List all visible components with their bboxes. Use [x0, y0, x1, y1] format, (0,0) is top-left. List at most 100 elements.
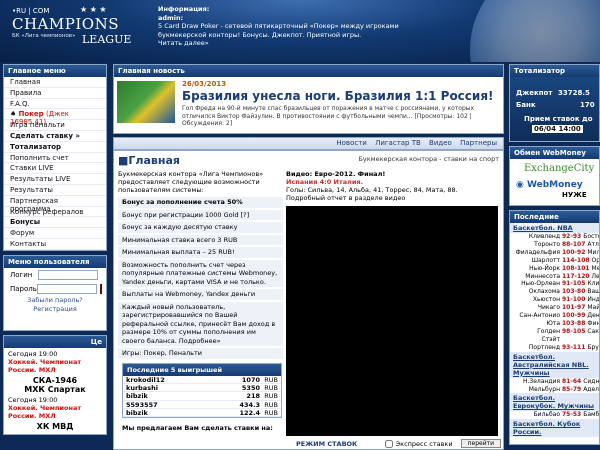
live-item[interactable]: Сегодня 19:00 Хоккей. Чемпионат России. … — [4, 394, 106, 422]
feature-item: Бонус за пополнение счета 50% — [118, 197, 283, 209]
result-row: Юта103-88Финикс — [510, 320, 599, 328]
table-row: bibzik 122.4 RUB — [123, 409, 281, 417]
login-row: Логин — [4, 268, 106, 282]
go-button[interactable]: перейти — [460, 439, 501, 448]
stars-icon: ★ ★ ★ — [80, 5, 107, 14]
results-section-title[interactable]: Баскетбол. Еврокубок. Мужчины — [510, 393, 599, 412]
result-row: Голден98-105Сакраменто — [510, 328, 599, 336]
totalizator-box[interactable]: Тотализатор Джекпот 33728.5 Банк 170 При… — [509, 64, 600, 142]
feature-item: Минимальная выплата – 25 RUB! — [118, 247, 283, 259]
login-input[interactable] — [38, 269, 98, 280]
score: 81-64 — [562, 377, 582, 385]
feature-item: Бонус при регистрации 1000 Gold [?] — [118, 209, 283, 221]
poker-icon: ♠ — [10, 110, 17, 119]
info-user: admin: — [158, 13, 184, 22]
menu-item-forum[interactable]: Форум — [4, 228, 106, 239]
forgot-password-link[interactable]: Забыли пароль? — [4, 296, 106, 305]
score: 85-79 — [562, 385, 582, 393]
feature-item[interactable]: Игры: Покер, Пенальти — [118, 348, 283, 360]
user-menu: Меню пользователя Логин Пароль Забыли па… — [3, 254, 107, 331]
login-label: Логин — [10, 270, 33, 279]
home-team: Миннесота — [525, 272, 560, 280]
jackpot-label: Джекпот — [516, 89, 553, 97]
menu-item-totalizator[interactable]: Тотализатор — [4, 142, 106, 153]
score: 98-105 — [562, 327, 586, 335]
top-news: Главная новость 26/03/2013 Бразилия унес… — [113, 64, 504, 134]
express-label: Экспресс ставки — [395, 439, 453, 448]
poker-label: Покер — [18, 110, 44, 119]
top-news-title: Главная новость — [114, 65, 503, 77]
nav-partners[interactable]: Партнеры — [460, 139, 497, 147]
score: 108-101 — [562, 264, 590, 272]
live-match[interactable]: СКА-1946 МХК Спартак — [4, 376, 106, 394]
table-row: kurbashi 5350 RUB — [123, 384, 281, 393]
user-menu-title: Меню пользователя — [4, 255, 106, 268]
menu-item-home[interactable]: Главная — [4, 77, 106, 88]
away-team: Лейкерс — [591, 272, 600, 280]
table-row: 5593557 434.3 RUB — [123, 401, 281, 409]
home-team: Нью-Орлеан — [521, 280, 560, 288]
menu-item-contacts[interactable]: Контакты — [4, 239, 106, 250]
live-league: Хоккей. Чемпионат России. МХЛ — [8, 357, 82, 374]
totalizator-title: Тотализатор — [510, 65, 599, 77]
away-team: Бостон — [583, 233, 599, 240]
score: 117-120 — [562, 272, 590, 280]
suggest-text: Мы предлагаем Вам сделать ставки на: — [122, 424, 273, 432]
menu-item-rules[interactable]: Правила — [4, 88, 106, 99]
score: 92-93 — [562, 233, 582, 240]
live-league: Хоккей. Чемпионат России. МХЛ — [8, 403, 82, 420]
score: 101-97 — [562, 304, 586, 312]
info-more-link[interactable]: Читать далее» — [158, 39, 448, 48]
away-team: Орлеан — [591, 256, 600, 264]
feature-item: Возможность пополнить счет через популяр… — [118, 259, 283, 288]
nav-video[interactable]: Видео — [429, 139, 452, 147]
home-team: Чикаго — [537, 304, 560, 312]
results-title: Последние результаты — [510, 211, 599, 229]
home-team: Бильбао — [533, 411, 560, 419]
page-title: ■Главная — [118, 154, 180, 167]
menu-item-penalty[interactable]: Игра пенальти — [4, 120, 106, 131]
logo-text-top: CHAMPIONS — [12, 15, 119, 33]
bank-value: 170 — [580, 101, 595, 109]
result-row: Мельбурн85-79Аделаида — [510, 386, 599, 394]
home-team: Оклахома — [528, 288, 560, 296]
results-section-title[interactable]: Баскетбол. Австралийская NBL. Мужчины — [510, 351, 599, 378]
results-section-title[interactable]: Баскетбол. NBA — [510, 223, 599, 233]
menu-item-poker[interactable]: ♠ Покер (Джек 16985.41) — [4, 109, 106, 126]
result-row: Оклахома103-80Вашингтон — [510, 288, 599, 296]
news-headline[interactable]: Бразилия унесла ноги. Бразилия 1:1 Росси… — [182, 89, 494, 103]
feature-item: Минимальная ставка всего 3 RUB — [118, 234, 283, 246]
home-team: Стэйт — [541, 335, 560, 343]
news-image[interactable] — [117, 81, 175, 123]
menu-item-bonuses[interactable]: Бонусы — [4, 217, 106, 229]
logo-subtitle: БК «Лига чемпионов» — [12, 33, 76, 39]
nav-news[interactable]: Новости — [336, 139, 366, 147]
away-team: Сакраменто — [587, 327, 599, 335]
menu-item-referrals[interactable]: Конкурс рефералов — [4, 207, 106, 218]
menu-item-live-bets[interactable]: Ставки LIVE — [4, 163, 106, 175]
menu-item-live-results[interactable]: Результаты LIVE — [4, 174, 106, 185]
live-match[interactable]: ХК МВД — [4, 422, 106, 431]
score: 100-99 — [562, 312, 586, 320]
video-player[interactable] — [286, 206, 498, 436]
score: 100-92 — [562, 248, 586, 256]
away-team: Аделаида — [583, 385, 599, 393]
password-input[interactable] — [36, 283, 97, 294]
webmoney-box[interactable]: Обмен WebMoney ExchangeCity ◉ WebMoney Н… — [509, 146, 600, 206]
breadcrumb: Букмекерская контора - ставки на спорт — [358, 155, 499, 163]
video-link[interactable]: Подробный отчет в разделе видео — [286, 194, 501, 202]
menu-item-deposit[interactable]: Пополнить счет — [4, 153, 106, 164]
menu-item-partners[interactable]: Партнерская программа — [4, 196, 106, 213]
news-date: 26/03/2013 — [182, 80, 227, 88]
nav-ligastar-tv[interactable]: Лигастар ТВ — [375, 139, 421, 147]
live-item[interactable]: Сегодня 19:00 Хоккей. Чемпионат России. … — [4, 348, 106, 376]
menu-item-bet[interactable]: Сделать ставку » — [4, 131, 106, 142]
register-link[interactable]: Регистрация — [4, 305, 106, 314]
jackpot-value: 33728.5 — [558, 89, 590, 97]
menu-item-results[interactable]: Результаты — [4, 185, 106, 196]
results-section-title[interactable]: Баскетбол. Кубок России. — [510, 419, 599, 438]
express-checkbox[interactable] — [384, 439, 393, 448]
language-switch[interactable]: •RU | COM — [12, 7, 49, 15]
login-button[interactable] — [99, 283, 102, 294]
menu-item-faq[interactable]: F.A.Q. — [4, 99, 106, 110]
